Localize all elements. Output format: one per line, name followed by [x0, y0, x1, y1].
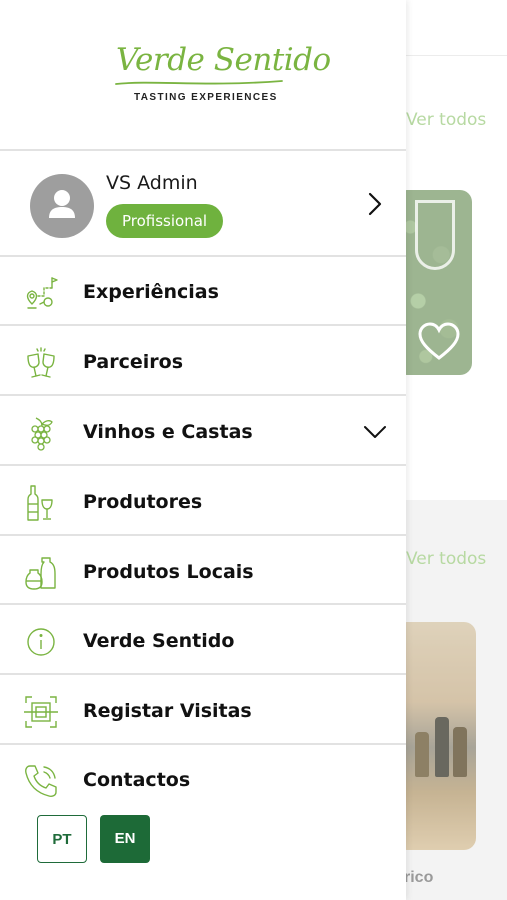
- chevron-down-icon[interactable]: [362, 423, 388, 441]
- menu-label: Produtos Locais: [83, 561, 254, 583]
- bottle-image: [415, 732, 429, 777]
- menu-label: Contactos: [83, 769, 191, 791]
- menu-item-parceiros[interactable]: Parceiros: [0, 328, 406, 396]
- menu-label: Vinhos e Castas: [83, 421, 253, 443]
- navigation-drawer: Verde Sentido TASTING EXPERIENCES VS Adm…: [0, 0, 406, 900]
- qr-scan-icon: [24, 696, 58, 728]
- brand-logo[interactable]: Verde Sentido TASTING EXPERIENCES: [108, 42, 331, 106]
- info-icon: [27, 628, 55, 656]
- menu-label: Registar Visitas: [83, 700, 252, 722]
- see-all-link[interactable]: Ver todos: [406, 549, 486, 569]
- see-all-link[interactable]: Ver todos: [406, 110, 486, 130]
- divider: [0, 603, 406, 605]
- wine-glass-image: [415, 200, 455, 270]
- menu-item-produtores[interactable]: Produtores: [0, 468, 406, 536]
- avatar: [30, 174, 94, 238]
- menu-item-registar-visitas[interactable]: Registar Visitas: [0, 677, 406, 745]
- divider: [0, 255, 406, 257]
- menu-item-contactos[interactable]: Contactos: [0, 746, 406, 814]
- divider: [0, 673, 406, 675]
- menu-label: Parceiros: [83, 351, 184, 373]
- menu-item-experiencias[interactable]: Experiências: [0, 258, 406, 326]
- product-card-image[interactable]: [395, 622, 476, 850]
- divider: [0, 464, 406, 466]
- menu-item-verde-sentido[interactable]: Verde Sentido: [0, 607, 406, 675]
- profile-row[interactable]: VS Admin Profissional: [0, 152, 406, 256]
- menu-label: Produtores: [83, 491, 203, 513]
- logo-swash-icon: [115, 80, 283, 85]
- divider: [0, 324, 406, 326]
- bottle-image: [453, 727, 467, 777]
- grapes-icon: [31, 417, 53, 451]
- divider: [0, 394, 406, 396]
- user-icon: [49, 190, 75, 218]
- menu-item-vinhos-castas[interactable]: Vinhos e Castas: [0, 398, 406, 466]
- heart-icon[interactable]: [418, 322, 460, 362]
- chevron-right-icon[interactable]: [364, 190, 386, 218]
- background-divider: [405, 55, 507, 56]
- menu-label: Verde Sentido: [83, 630, 235, 652]
- role-badge: Profissional: [106, 204, 224, 238]
- divider: [0, 534, 406, 536]
- wine-bottle-glass-icon: [27, 485, 53, 521]
- language-button-en[interactable]: EN: [100, 815, 150, 863]
- toast-glasses-icon: [27, 347, 55, 378]
- product-title-partial: rico: [404, 869, 434, 886]
- map-route-icon: [26, 277, 58, 309]
- divider: [0, 743, 406, 745]
- jars-icon: [25, 557, 56, 590]
- divider: [0, 149, 406, 151]
- logo-script-text: Verde Sentido: [116, 42, 331, 78]
- bottle-image: [435, 717, 449, 777]
- profile-name: VS Admin: [106, 172, 198, 194]
- language-button-pt[interactable]: PT: [37, 815, 87, 863]
- phone-icon: [25, 765, 57, 797]
- logo-tagline: TASTING EXPERIENCES: [134, 92, 278, 103]
- menu-label: Experiências: [83, 281, 219, 303]
- menu-item-produtos-locais[interactable]: Produtos Locais: [0, 538, 406, 606]
